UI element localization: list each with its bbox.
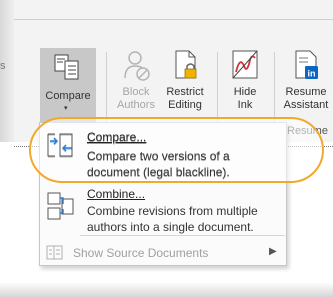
restrict-editing-button[interactable]: Restrict Editing bbox=[162, 48, 208, 112]
show-source-documents-item[interactable]: Show Source Documents ▶ bbox=[40, 241, 286, 263]
screenshot-bottom-shadow bbox=[0, 282, 333, 297]
hide-ink-label-1: Hide bbox=[233, 86, 257, 98]
compare-button[interactable]: Compare ▾ bbox=[40, 48, 96, 124]
chevron-right-icon: ▶ bbox=[269, 246, 277, 257]
restrict-editing-label-2: Editing bbox=[168, 99, 202, 111]
block-authors-button[interactable]: Block Authors bbox=[114, 48, 158, 112]
linkedin-resume-icon: in bbox=[295, 50, 318, 79]
block-authors-label-2: Authors bbox=[117, 99, 155, 111]
resume-assistant-button[interactable]: in Resume Assistant bbox=[280, 48, 332, 112]
resume-assistant-label-2: Assistant bbox=[283, 99, 329, 111]
show-source-documents-label: Show Source Documents bbox=[73, 246, 209, 260]
hide-ink-label-2: Ink bbox=[237, 99, 253, 111]
combine-documents-icon bbox=[47, 192, 74, 220]
compare-button-label: Compare bbox=[45, 90, 91, 102]
combine-menu-item[interactable]: Combine... Combine revisions from multip… bbox=[40, 183, 286, 235]
ribbon-left-text: s bbox=[0, 60, 6, 72]
restrict-editing-label-1: Restrict bbox=[166, 86, 204, 98]
chevron-down-icon: ▾ bbox=[64, 105, 68, 112]
resume-assistant-label-1: Resume bbox=[285, 86, 327, 98]
combine-menu-title: Combine... bbox=[87, 187, 146, 201]
combine-menu-description: Combine revisions from multiple authors … bbox=[87, 204, 258, 234]
compare-icon bbox=[54, 54, 79, 80]
svg-text:in: in bbox=[308, 69, 316, 79]
block-authors-label-1: Block bbox=[122, 86, 150, 98]
menu-separator bbox=[80, 235, 285, 236]
ribbon-divider bbox=[14, 19, 333, 20]
block-authors-icon bbox=[124, 51, 150, 81]
hide-ink-button[interactable]: Hide Ink bbox=[225, 48, 265, 112]
source-documents-icon bbox=[46, 245, 63, 260]
hide-ink-icon bbox=[232, 50, 258, 79]
compare-highlight-annotation bbox=[29, 117, 324, 183]
restrict-editing-icon bbox=[175, 50, 197, 79]
